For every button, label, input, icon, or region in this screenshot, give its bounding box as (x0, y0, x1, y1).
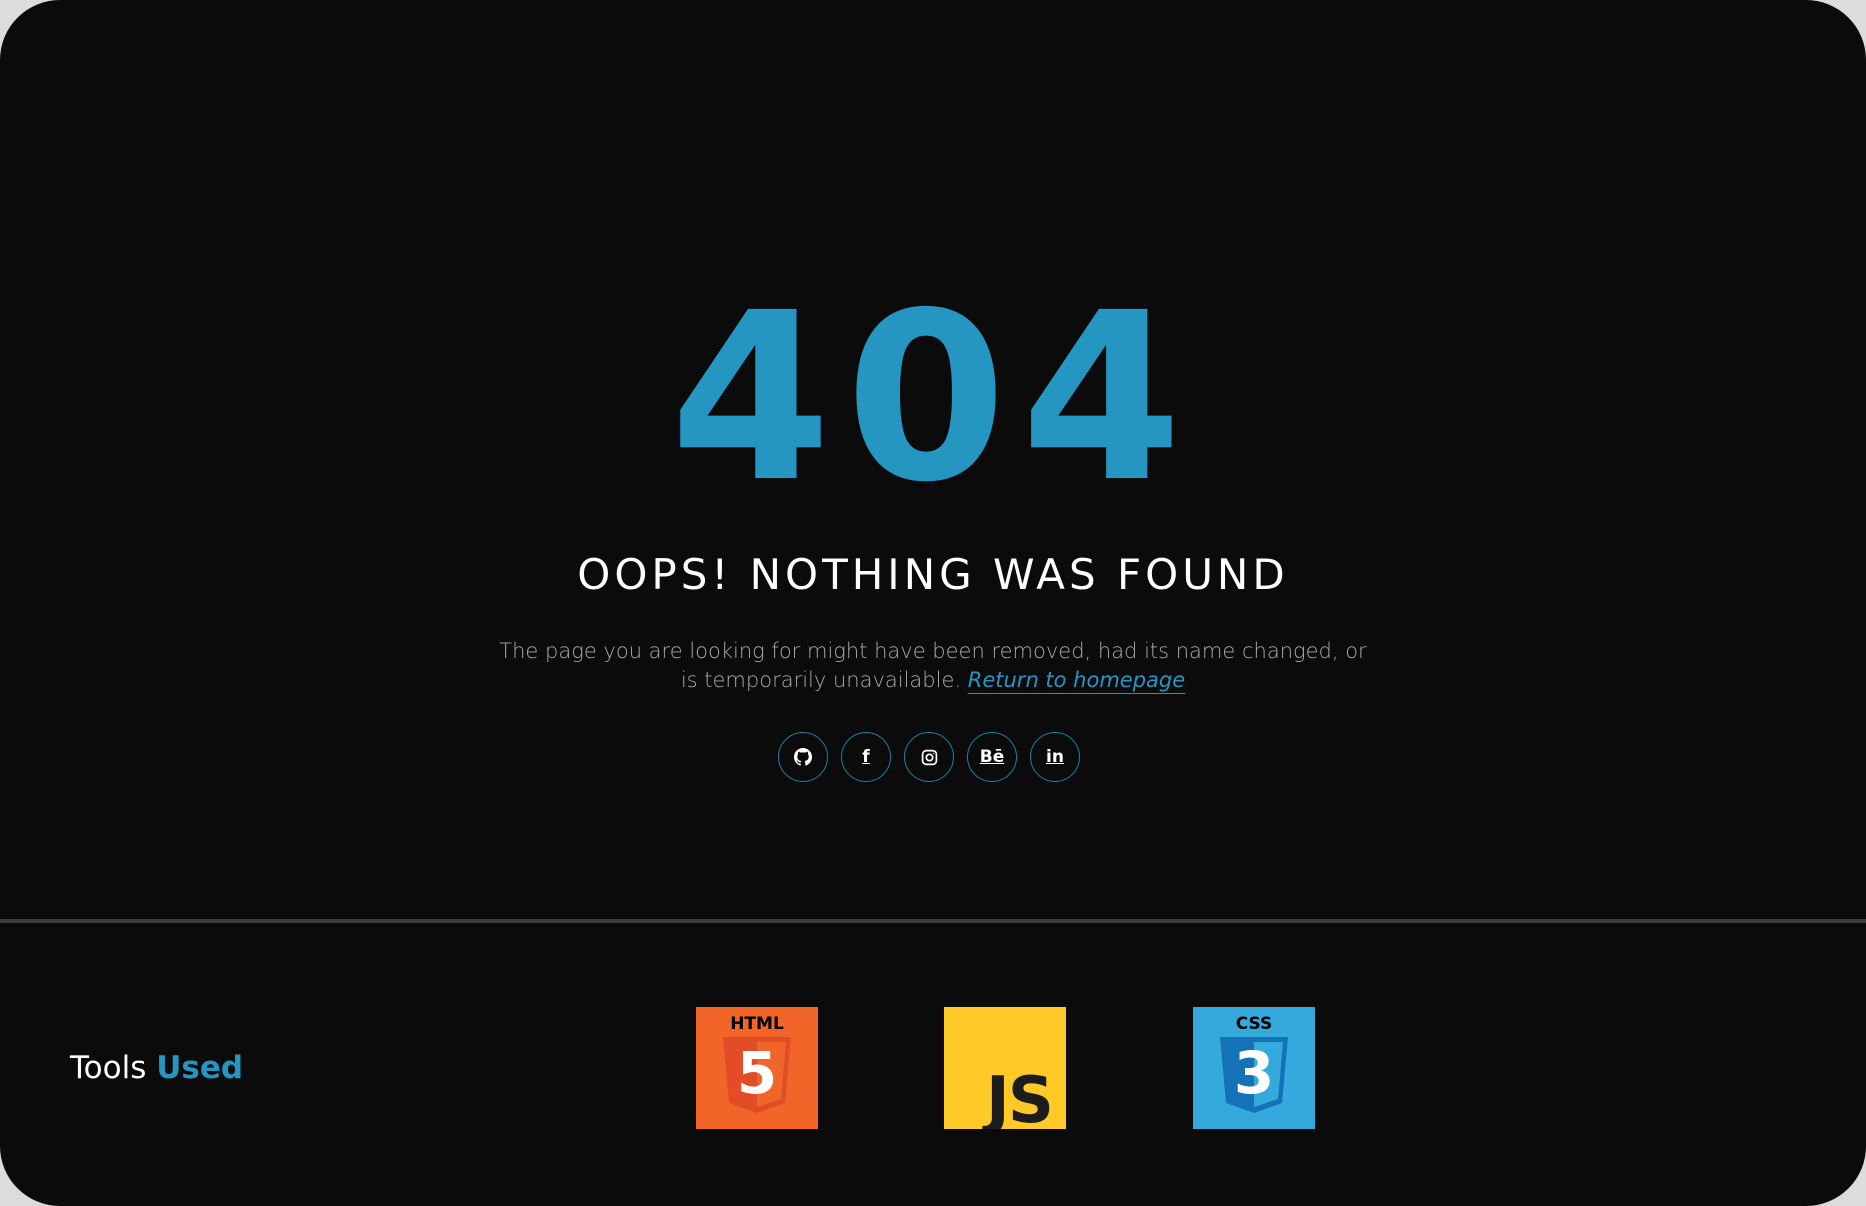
html5-digit: 5 (737, 1039, 777, 1107)
facebook-icon: f (862, 747, 870, 767)
facebook-button[interactable]: f (841, 732, 891, 782)
linkedin-button[interactable]: in (1030, 732, 1080, 782)
instagram-button[interactable] (904, 732, 954, 782)
social-links: f Bē in (778, 732, 1080, 782)
instagram-icon (921, 749, 938, 766)
css3-digit: 3 (1234, 1039, 1274, 1107)
page-frame: 404 OOPS! NOTHING WAS FOUND The page you… (0, 0, 1866, 1206)
error-description: The page you are looking for might have … (490, 637, 1376, 695)
tools-heading-plain: Tools (70, 1050, 147, 1086)
return-home-link[interactable]: Return to homepage (968, 668, 1185, 692)
javascript-logo: JS (944, 1007, 1066, 1138)
behance-button[interactable]: Bē (967, 732, 1017, 782)
linkedin-icon: in (1046, 747, 1064, 767)
behance-icon: Bē (979, 747, 1005, 767)
html5-logo: HTML 5 (696, 1007, 818, 1129)
github-icon (794, 748, 812, 766)
github-button[interactable] (778, 732, 828, 782)
section-divider (0, 919, 1866, 923)
css3-logo: CSS 3 (1193, 1007, 1315, 1129)
javascript-label: JS (982, 1064, 1052, 1129)
page-headline: OOPS! NOTHING WAS FOUND (577, 550, 1289, 599)
html5-label: HTML (730, 1014, 784, 1034)
tools-heading: Tools Used (70, 1046, 243, 1090)
description-text: The page you are looking for might have … (499, 639, 1367, 692)
error-code: 404 (669, 263, 1197, 533)
not-found-section: 404 OOPS! NOTHING WAS FOUND The page you… (0, 0, 1866, 918)
css3-label: CSS (1236, 1014, 1273, 1034)
tools-heading-accent: Used (156, 1050, 244, 1086)
